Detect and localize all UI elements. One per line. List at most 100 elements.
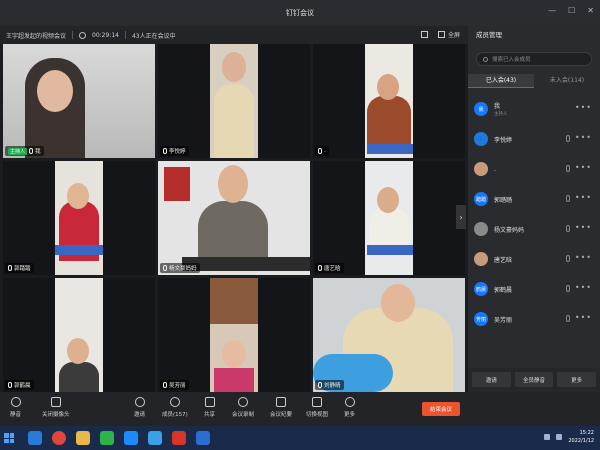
fullscreen-button[interactable]: 全屏 xyxy=(437,30,460,39)
minutes-label: 会议纪要 xyxy=(270,412,293,418)
more-icon[interactable]: ••• xyxy=(575,133,592,142)
avatar: 👤 xyxy=(474,132,488,146)
network-icon[interactable] xyxy=(544,434,551,440)
video-grid: 主持人 我 李悦婷 . 郭踏踏 杨文豪妈妈 唐艺晗 郭鹤晨 吴芳丽 刘静晴 xyxy=(3,44,465,392)
mic-icon[interactable] xyxy=(566,135,570,142)
mic-icon[interactable] xyxy=(566,165,570,172)
video-tile[interactable]: 李悦婷 xyxy=(158,44,310,158)
mic-button[interactable]: 静音 xyxy=(10,397,21,418)
start-button[interactable] xyxy=(0,426,18,450)
avatar: 我 xyxy=(474,102,488,116)
minimize-icon[interactable]: — xyxy=(548,6,556,15)
member-item[interactable]: 我 我 主持人 ••• xyxy=(468,94,600,124)
next-page-arrow-icon[interactable]: › xyxy=(456,205,466,229)
tab-joined[interactable]: 已入会(43) xyxy=(468,74,534,88)
invite-tool-button[interactable]: 邀请 xyxy=(134,397,145,418)
fullscreen-label: 全屏 xyxy=(447,32,460,39)
more-icon[interactable]: ••• xyxy=(575,223,592,232)
member-tabs: 已入会(43) 未入会(114) xyxy=(468,74,600,88)
more-icon[interactable]: ••• xyxy=(575,103,592,112)
background-cloth xyxy=(210,278,258,324)
more-button[interactable]: 更多 xyxy=(344,397,355,418)
video-tile[interactable]: 吴芳丽 xyxy=(158,278,310,392)
member-role: 主持人 xyxy=(494,112,508,117)
panel-more-button[interactable]: 更多 xyxy=(557,372,597,387)
maximize-icon[interactable]: ☐ xyxy=(568,6,575,15)
member-item[interactable]: . ••• xyxy=(468,154,600,184)
member-item[interactable]: 唐艺晗 ••• xyxy=(468,244,600,274)
video-tile[interactable]: 唐艺晗 xyxy=(313,161,465,275)
video-tile[interactable]: 刘静晴 xyxy=(313,278,465,392)
participant-name: 唐艺晗 xyxy=(324,266,341,272)
more-icon[interactable]: ••• xyxy=(575,193,592,202)
explorer-icon[interactable] xyxy=(76,431,90,445)
participant-figure xyxy=(367,96,411,146)
mic-icon[interactable] xyxy=(566,225,570,232)
meeting-app-icon[interactable] xyxy=(148,431,162,445)
more-icon[interactable]: ••• xyxy=(575,283,592,292)
member-item[interactable]: 芳丽 吴芳丽 ••• xyxy=(468,304,600,334)
more-icon[interactable]: ••• xyxy=(575,253,592,262)
mic-icon[interactable] xyxy=(566,285,570,292)
member-name: 吴芳丽 xyxy=(494,316,513,324)
meeting-toolbar: 静音 关闭摄像头 邀请 成员(157) 共享 会议录制 会议纪要 切换视图 更多… xyxy=(0,392,600,426)
share-button[interactable]: 共享 xyxy=(204,397,215,418)
blue-app-icon[interactable] xyxy=(196,431,210,445)
participant-face xyxy=(377,187,399,213)
taskbar-clock[interactable]: 15:22 2022/1/12 xyxy=(568,429,594,445)
mic-label: 静音 xyxy=(10,412,22,418)
member-item[interactable]: 👤 李悦婷 ••• xyxy=(468,124,600,154)
mic-icon xyxy=(163,382,167,388)
more-icon[interactable]: ••• xyxy=(575,313,592,322)
share-icon xyxy=(204,397,215,407)
more-icon[interactable]: ••• xyxy=(575,163,592,172)
avatar: 芳丽 xyxy=(474,312,488,326)
video-tile[interactable]: 郭踏踏 xyxy=(3,161,155,275)
green-app-icon[interactable] xyxy=(100,431,114,445)
invite-label: 邀请 xyxy=(134,412,146,418)
video-tile[interactable]: 主持人 我 xyxy=(3,44,155,158)
members-button[interactable]: 成员(157) xyxy=(162,397,188,418)
participant-figure xyxy=(59,362,99,392)
close-icon[interactable]: ✕ xyxy=(587,6,594,15)
members-icon xyxy=(169,397,180,407)
member-search-input[interactable]: 搜索已入会成员 xyxy=(476,52,592,66)
layout-icon[interactable] xyxy=(420,31,428,38)
wps-icon[interactable] xyxy=(172,431,186,445)
mic-icon[interactable] xyxy=(566,255,570,262)
keyboard-instrument xyxy=(55,245,103,255)
member-name: 杨文豪妈妈 xyxy=(494,226,525,234)
chrome-icon[interactable] xyxy=(52,431,66,445)
dingtalk-icon[interactable] xyxy=(124,431,138,445)
volume-icon[interactable] xyxy=(556,434,563,440)
meeting-duration: 00:29:14 xyxy=(92,31,119,39)
taskbar-date: 2022/1/12 xyxy=(568,438,594,444)
end-meeting-button[interactable]: 结束会议 xyxy=(422,402,460,416)
camera-button[interactable]: 关闭摄像头 xyxy=(42,397,70,418)
mic-icon xyxy=(8,265,12,271)
participant-figure xyxy=(214,84,254,158)
video-tile[interactable]: 郭鹤晨 xyxy=(3,278,155,392)
member-item[interactable]: 鹤晨 郭鹤晨 ••• xyxy=(468,274,600,304)
ie-icon[interactable] xyxy=(28,431,42,445)
participant-name: 吴芳丽 xyxy=(169,383,186,389)
participant-figure xyxy=(214,368,254,392)
participant-face xyxy=(67,338,89,364)
mic-icon xyxy=(163,265,167,271)
participant-face xyxy=(381,284,415,322)
tab-not-joined[interactable]: 未入会(114) xyxy=(534,74,600,88)
keyboard-instrument xyxy=(367,144,413,154)
mic-icon[interactable] xyxy=(566,315,570,322)
minutes-button[interactable]: 会议纪要 xyxy=(270,397,292,418)
mic-icon[interactable] xyxy=(566,195,570,202)
mute-all-button[interactable]: 全员静音 xyxy=(514,372,554,387)
switch-view-button[interactable]: 切换视图 xyxy=(306,397,328,418)
window-title: 钉钉会议 xyxy=(286,9,314,17)
participant-name: 我 xyxy=(35,149,41,155)
record-button[interactable]: 会议录制 xyxy=(232,397,254,418)
invite-button[interactable]: 邀请 xyxy=(472,372,511,387)
member-item[interactable]: 踏踏 郭踏踏 ••• xyxy=(468,184,600,214)
video-tile[interactable]: 杨文豪妈妈 xyxy=(158,161,310,275)
member-item[interactable]: 杨文豪妈妈 ••• xyxy=(468,214,600,244)
video-tile[interactable]: . xyxy=(313,44,465,158)
